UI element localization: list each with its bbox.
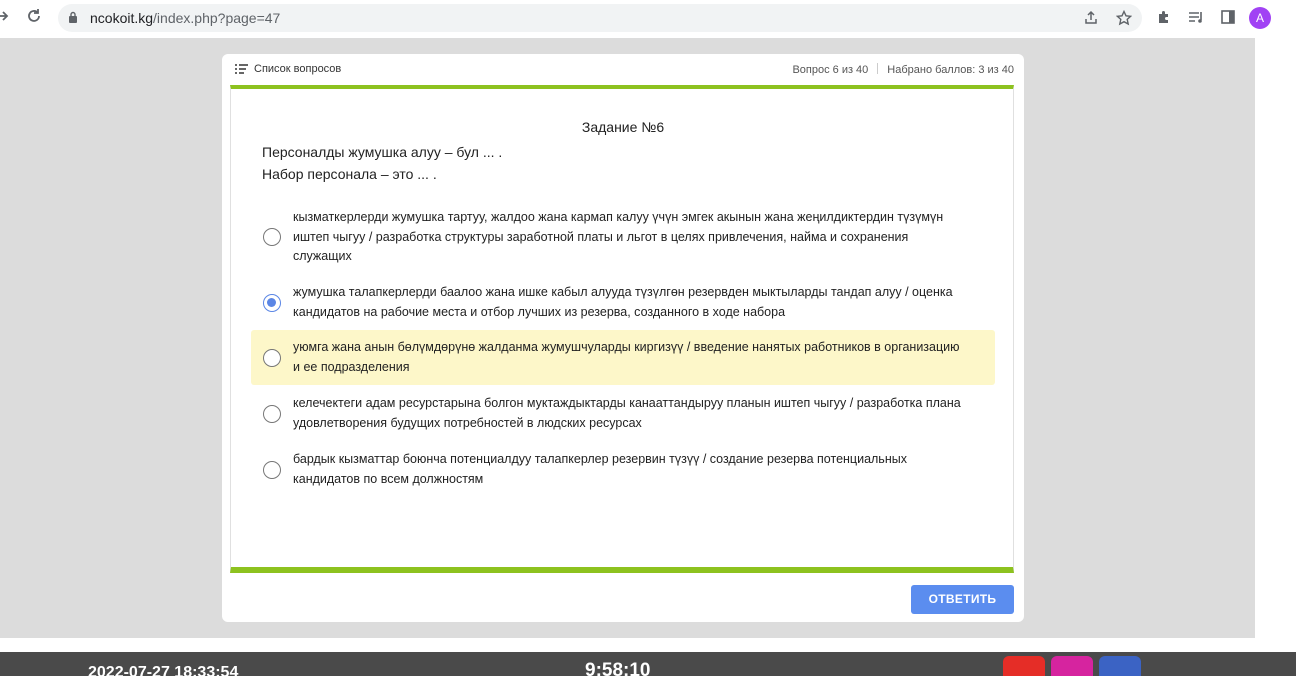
side-panel-icon[interactable]: [1219, 9, 1237, 27]
lock-icon: [69, 11, 77, 23]
answer-option-4[interactable]: келечектеги адам ресурстарына болгон мук…: [251, 394, 995, 433]
answer-option-3[interactable]: уюмга жана анын бөлүмдөрүнө жалданма жум…: [251, 330, 995, 385]
facebook-icon[interactable]: [1099, 656, 1141, 676]
reading-list-icon[interactable]: [1187, 9, 1205, 27]
extensions-puzzle-icon[interactable]: [1155, 9, 1173, 27]
answer-option-1[interactable]: кызматкерлерди жумушка тартуу, жалдоо жа…: [251, 208, 995, 267]
share-icon[interactable]: [1082, 10, 1100, 28]
answer-option-2[interactable]: жумушка талапкерлерди баалоо жана ишке к…: [251, 283, 995, 322]
task-title: Задание №6: [581, 119, 665, 135]
option-text-3: уюмга жана анын бөлүмдөрүнө жалданма жум…: [293, 340, 960, 374]
youtube-icon[interactable]: [1003, 656, 1045, 676]
question-text: Персоналды жумушка алуу – бул ... . Набо…: [262, 141, 502, 185]
footer-datetime: 2022-07-27 18:33:54: [88, 664, 239, 676]
question-list-button[interactable]: Список вопросов: [235, 63, 341, 75]
question-russian: Набор персонала – это ... .: [262, 166, 437, 182]
answer-button[interactable]: ОТВЕТИТЬ: [911, 585, 1014, 614]
answer-option-5[interactable]: бардык кызматтар боюнча потенциалдуу тал…: [251, 450, 995, 489]
radio-button-2-selected[interactable]: [263, 293, 281, 312]
divider: [877, 63, 879, 74]
list-icon: [235, 64, 248, 74]
question-body: Задание №6 Персоналды жумушка алуу – бул…: [230, 85, 1014, 573]
option-text-5: бардык кызматтар боюнча потенциалдуу тал…: [293, 452, 907, 486]
address-bar[interactable]: ncokoit.kg/index.php?page=47: [58, 4, 1142, 32]
radio-button-4[interactable]: [263, 404, 281, 423]
url-text: ncokoit.kg/index.php?page=47: [90, 10, 281, 26]
forward-arrow-icon[interactable]: [0, 8, 12, 28]
page-right-margin: [1255, 38, 1296, 638]
radio-button-5[interactable]: [263, 460, 281, 479]
option-text-2: жумушка талапкерлерди баалоо жана ишке к…: [293, 285, 953, 319]
footer-bar: 2022-07-27 18:33:54 9:58:10: [0, 652, 1296, 676]
question-progress: Вопрос 6 из 40: [792, 64, 869, 76]
quiz-card: Список вопросов Вопрос 6 из 40 Набрано ба…: [222, 54, 1024, 622]
reload-icon[interactable]: [24, 8, 44, 28]
score-text: Набрано баллов: 3 из 40: [887, 64, 1014, 76]
quiz-status: Вопрос 6 из 40 Набрано баллов: 3 из 40: [792, 63, 1014, 76]
countdown-timer: 9:58:10: [585, 660, 651, 676]
browser-toolbar: ncokoit.kg/index.php?page=47 A: [0, 0, 1296, 36]
option-text-4: келечектеги адам ресурстарына болгон мук…: [293, 396, 961, 430]
instagram-icon[interactable]: [1051, 656, 1093, 676]
profile-avatar[interactable]: A: [1249, 7, 1271, 29]
question-kyrgyz: Персоналды жумушка алуу – бул ... .: [262, 144, 503, 160]
quiz-header: Список вопросов Вопрос 6 из 40 Набрано ба…: [222, 54, 1024, 86]
question-list-label: Список вопросов: [254, 63, 342, 75]
radio-button-3[interactable]: [263, 348, 281, 367]
bookmark-star-icon[interactable]: [1115, 9, 1133, 28]
option-text-1: кызматкерлерди жумушка тартуу, жалдоо жа…: [293, 210, 944, 263]
radio-button-1[interactable]: [263, 228, 281, 247]
